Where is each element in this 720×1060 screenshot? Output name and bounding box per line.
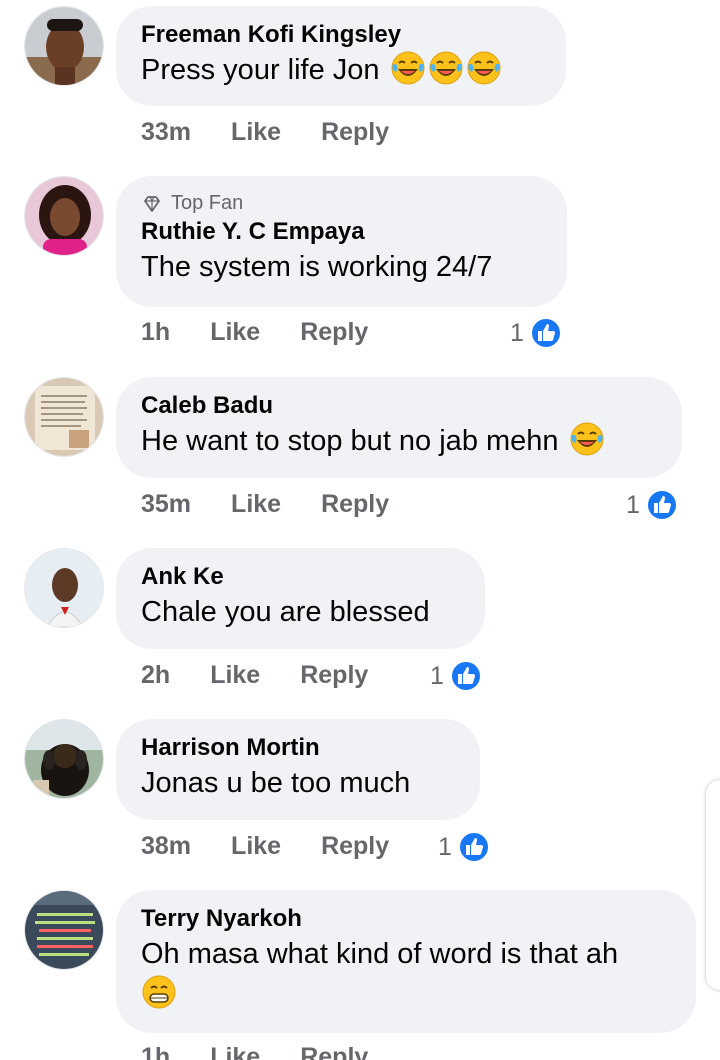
reply-button[interactable]: Reply <box>321 118 389 147</box>
avatar[interactable] <box>24 377 104 457</box>
comment-timestamp[interactable]: 1h <box>141 318 170 347</box>
reply-button[interactable]: Reply <box>321 490 389 519</box>
comment-bubble: Top Fan Ruthie Y. C Empaya The system is… <box>116 176 567 307</box>
comment-text: Oh masa what kind of word is that ah <box>141 934 670 1014</box>
side-scroll-handle[interactable] <box>706 780 720 990</box>
comment-bubble: Ank Ke Chale you are blessed <box>116 548 485 649</box>
reaction-count-value: 1 <box>626 490 640 519</box>
comment-actions: 38m Like Reply <box>141 832 389 861</box>
laughing-tears-emoji-icon <box>569 421 605 457</box>
reaction-count-value: 1 <box>510 318 524 347</box>
like-button[interactable]: Like <box>210 318 260 347</box>
comment-bubble: Terry Nyarkoh Oh masa what kind of word … <box>116 890 696 1033</box>
like-thumb-icon <box>449 660 482 692</box>
comment-text: Jonas u be too much <box>141 767 411 799</box>
comment-timestamp[interactable]: 38m <box>141 832 191 861</box>
comment-actions: 1h Like Reply <box>141 1043 368 1060</box>
comment-actions: 33m Like Reply <box>141 118 389 147</box>
top-fan-label: Top Fan <box>171 192 244 214</box>
comment-actions: 2h Like Reply <box>141 661 368 690</box>
comment-author[interactable]: Ank Ke <box>141 562 459 592</box>
reaction-count[interactable]: 1 <box>438 831 490 863</box>
avatar[interactable] <box>24 890 104 970</box>
comment-author[interactable]: Terry Nyarkoh <box>141 904 670 934</box>
diamond-icon <box>144 195 160 212</box>
comment-text-content: Press your life Jon <box>141 54 380 86</box>
comment-timestamp[interactable]: 35m <box>141 490 191 519</box>
comment-text: Press your life Jon <box>141 50 540 90</box>
comment-author[interactable]: Caleb Badu <box>141 391 656 421</box>
comment-bubble: Freeman Kofi Kingsley Press your life Jo… <box>116 6 566 106</box>
like-button[interactable]: Like <box>231 118 281 147</box>
comment-bubble: Harrison Mortin Jonas u be too much <box>116 719 480 820</box>
grinning-sweat-emoji-icon <box>141 974 177 1010</box>
like-thumb-icon <box>645 489 678 521</box>
reply-button[interactable]: Reply <box>300 661 368 690</box>
reaction-count[interactable]: 1 <box>626 489 678 521</box>
like-thumb-icon <box>529 317 562 349</box>
comment-author[interactable]: Ruthie Y. C Empaya <box>141 217 541 247</box>
like-button[interactable]: Like <box>231 832 281 861</box>
comment-text-content: He want to stop but no jab mehn <box>141 425 559 457</box>
reply-button[interactable]: Reply <box>300 1043 368 1060</box>
comment-author[interactable]: Harrison Mortin <box>141 733 454 763</box>
comment-timestamp[interactable]: 1h <box>141 1043 170 1060</box>
top-fan-badge: Top Fan <box>141 192 541 215</box>
comment-bubble: Caleb Badu He want to stop but no jab me… <box>116 377 682 478</box>
reply-button[interactable]: Reply <box>300 318 368 347</box>
comment-actions: 1h Like Reply <box>141 318 368 347</box>
laughing-tears-emoji-icon <box>390 50 426 86</box>
like-button[interactable]: Like <box>210 1043 260 1060</box>
comment-text: Chale you are blessed <box>141 596 430 628</box>
comment-actions: 35m Like Reply <box>141 490 389 519</box>
like-button[interactable]: Like <box>231 490 281 519</box>
comment-author[interactable]: Freeman Kofi Kingsley <box>141 20 540 50</box>
avatar[interactable] <box>24 548 104 628</box>
avatar[interactable] <box>24 719 104 799</box>
like-thumb-icon <box>457 831 490 863</box>
comment-text-content: Oh masa what kind of word is that ah <box>141 938 619 970</box>
reaction-count-value: 1 <box>438 832 452 861</box>
comment-timestamp[interactable]: 33m <box>141 118 191 147</box>
reaction-count[interactable]: 1 <box>510 317 562 349</box>
avatar[interactable] <box>24 6 104 86</box>
avatar[interactable] <box>24 176 104 256</box>
like-button[interactable]: Like <box>210 661 260 690</box>
reaction-count[interactable]: 1 <box>430 660 482 692</box>
reaction-count-value: 1 <box>430 661 444 690</box>
comments-feed: Freeman Kofi Kingsley Press your life Jo… <box>0 0 720 1060</box>
reply-button[interactable]: Reply <box>321 832 389 861</box>
comment-text: The system is working 24/7 <box>141 251 493 283</box>
comment-timestamp[interactable]: 2h <box>141 661 170 690</box>
laughing-tears-emoji-icon <box>428 50 464 86</box>
laughing-tears-emoji-icon <box>466 50 502 86</box>
comment-text: He want to stop but no jab mehn <box>141 421 656 461</box>
